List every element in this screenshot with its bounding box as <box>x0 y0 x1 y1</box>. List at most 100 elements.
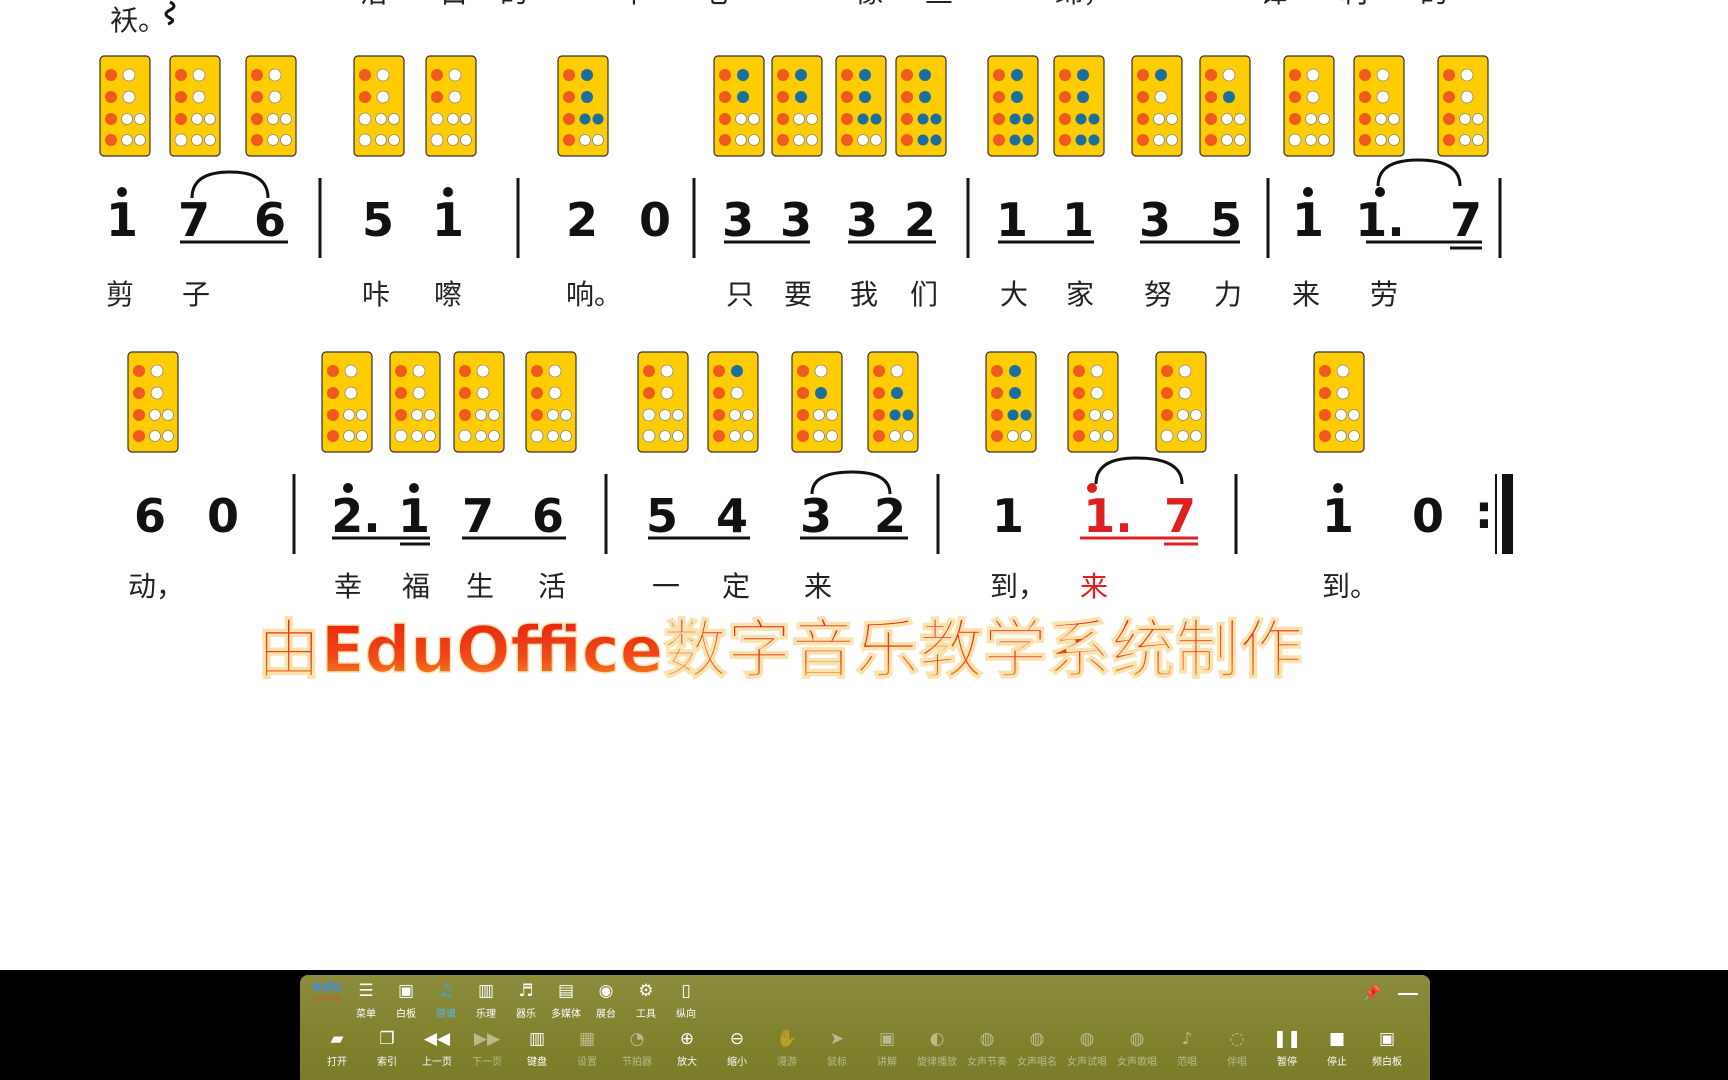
finger-hole <box>1223 91 1235 103</box>
toolbar-button-pause[interactable]: ❚❚ 暂停 <box>1262 1027 1312 1079</box>
finger-hole <box>1335 430 1347 442</box>
menu-list-icon: ☰ <box>358 980 374 1001</box>
microphone-icon: ♪ <box>1181 1028 1193 1049</box>
toolbar-button-lecture[interactable]: ▣ 讲解 <box>862 1027 912 1079</box>
toolbar-button-zoom-out[interactable]: ⊖ 缩小 <box>712 1027 762 1079</box>
finger-hole <box>1319 430 1331 442</box>
toolbar-button-microphone[interactable]: ♪ 范唱 <box>1162 1027 1212 1079</box>
finger-hole <box>1007 409 1019 421</box>
logo-text: edu <box>312 979 342 995</box>
finger-hole <box>1020 430 1032 442</box>
finger-hole <box>643 365 655 377</box>
toolbar-button-open-folder[interactable]: ▰ 打开 <box>312 1027 362 1079</box>
lyric: 像 <box>855 0 883 9</box>
toolbar-button-notation[interactable]: ♫ 简谱 <box>426 979 466 1025</box>
toolbar-button-previous-page[interactable]: ◀◀ 上一页 <box>412 1027 462 1079</box>
toolbar-button-female-sing[interactable]: ◍ 女声试唱 <box>1062 1027 1112 1079</box>
finger-hole <box>1319 409 1331 421</box>
toolbar-button-label: 漫游 <box>777 1057 797 1068</box>
toolbar-button-mouse-cursor[interactable]: ➤ 鼠标 <box>812 1027 862 1079</box>
finger-hole <box>719 69 731 81</box>
toolbar-button-female-solfege[interactable]: ◍ 女声唱名 <box>1012 1027 1062 1079</box>
note: 1 <box>106 193 138 247</box>
finger-hole <box>1443 113 1455 125</box>
toolbar-button-menu-list[interactable]: ☰ 菜单 <box>346 979 386 1025</box>
finger-hole <box>1319 387 1331 399</box>
toolbar-button-gear[interactable]: ⚙ 工具 <box>626 979 666 1025</box>
toolbar-button-female-song[interactable]: ◍ 女声歌唱 <box>1112 1027 1162 1079</box>
toolbar-button-multimedia[interactable]: ▤ 多媒体 <box>546 979 586 1025</box>
finger-hole <box>192 90 206 104</box>
finger-hole <box>447 134 459 146</box>
gear-icon: ⚙ <box>638 980 654 1001</box>
toolbar-button-zoom-in[interactable]: ⊕ 放大 <box>662 1027 712 1079</box>
female-sing-icon: ◍ <box>1079 1028 1095 1049</box>
toolbar-button-label: 女声试唱 <box>1067 1057 1107 1068</box>
finger-hole <box>795 69 807 81</box>
finger-hole <box>742 430 754 442</box>
pin-icon[interactable]: 📌 <box>1362 983 1382 1003</box>
accompany-icon: ◌ <box>1229 1028 1245 1049</box>
toolbar-button-index[interactable]: ❐ 索引 <box>362 1027 412 1079</box>
fingering-row-2 <box>127 351 1365 453</box>
finger-hole <box>548 364 562 378</box>
finger-hole <box>359 69 371 81</box>
lyrics-line-0: 袄。 洁 白 的 羊 毛 像 丝 绵， 锋 利 的 <box>110 0 1448 37</box>
lyric: 活 <box>538 570 566 603</box>
toolbar-button-vertical-layout[interactable]: ▯ 纵向 <box>666 979 706 1025</box>
finger-hole <box>1102 430 1114 442</box>
note: 5 <box>362 193 394 247</box>
toolbar-button-accompany[interactable]: ◌ 伴唱 <box>1212 1027 1262 1079</box>
finger-hole <box>431 69 443 81</box>
toolbar-button-label: 女声节奏 <box>967 1057 1007 1068</box>
toolbar-button-instrument[interactable]: ♬ 器乐 <box>506 979 546 1025</box>
toolbar-button-melody-play[interactable]: ◐ 旋律播放 <box>912 1027 962 1079</box>
finger-hole <box>149 430 161 442</box>
note: 1 <box>1322 489 1354 543</box>
finger-hole <box>991 430 1003 442</box>
finger-hole <box>930 134 942 146</box>
toolbar-button-camera-stand[interactable]: ◉ 展台 <box>586 979 626 1025</box>
finger-hole <box>930 113 942 125</box>
note: 5 <box>646 489 678 543</box>
finger-hole <box>797 365 809 377</box>
finger-hole <box>1059 134 1071 146</box>
finger-hole <box>735 113 747 125</box>
toolbar-button-piano-keys[interactable]: ▥ 乐理 <box>466 979 506 1025</box>
finger-hole <box>993 91 1005 103</box>
finger-hole <box>901 113 913 125</box>
finger-hole <box>1306 90 1320 104</box>
finger-hole <box>175 91 187 103</box>
finger-hole <box>729 409 741 421</box>
lyric: 们 <box>910 278 938 311</box>
finger-hole <box>430 112 444 126</box>
toolbar-button-settings[interactable]: ▦ 设置 <box>562 1027 612 1079</box>
finger-hole <box>592 113 604 125</box>
toolbar-button-label: 键盘 <box>527 1057 547 1068</box>
toolbar-button-metronome[interactable]: ◔ 节拍器 <box>612 1027 662 1079</box>
finger-hole <box>563 134 575 146</box>
toolbar-button-label: 暂停 <box>1277 1057 1297 1068</box>
toolbar-button-next-page[interactable]: ▶▶ 下一页 <box>462 1027 512 1079</box>
toolbar-button-whiteboard[interactable]: ▣ 白板 <box>386 979 426 1025</box>
toolbar-button-female-rhythm[interactable]: ◍ 女声节奏 <box>962 1027 1012 1079</box>
finger-hole <box>1190 409 1202 421</box>
melody-play-icon: ◐ <box>929 1028 945 1049</box>
finger-hole <box>356 409 368 421</box>
toolbar-button-hand-pan[interactable]: ✋ 漫游 <box>762 1027 812 1079</box>
eduoffice-logo[interactable]: edu OFFICE <box>310 979 344 1025</box>
finger-hole <box>901 69 913 81</box>
finger-hole <box>841 113 853 125</box>
finger-hole <box>1359 69 1371 81</box>
toolbar-button-screen-whiteboard[interactable]: ▣ 频白板 <box>1362 1027 1412 1079</box>
toolbar-button-stop[interactable]: ■ 停止 <box>1312 1027 1362 1079</box>
finger-hole <box>1009 134 1021 146</box>
finger-hole <box>133 365 145 377</box>
finger-hole <box>424 409 436 421</box>
minimize-button[interactable] <box>1398 987 1418 1001</box>
note: 1 <box>398 489 430 543</box>
toolbar-button-keyboard[interactable]: ▥ 键盘 <box>512 1027 562 1079</box>
lyric: 大 <box>1000 278 1028 311</box>
finger-hole <box>280 134 292 146</box>
lyric: 力 <box>1214 278 1242 311</box>
